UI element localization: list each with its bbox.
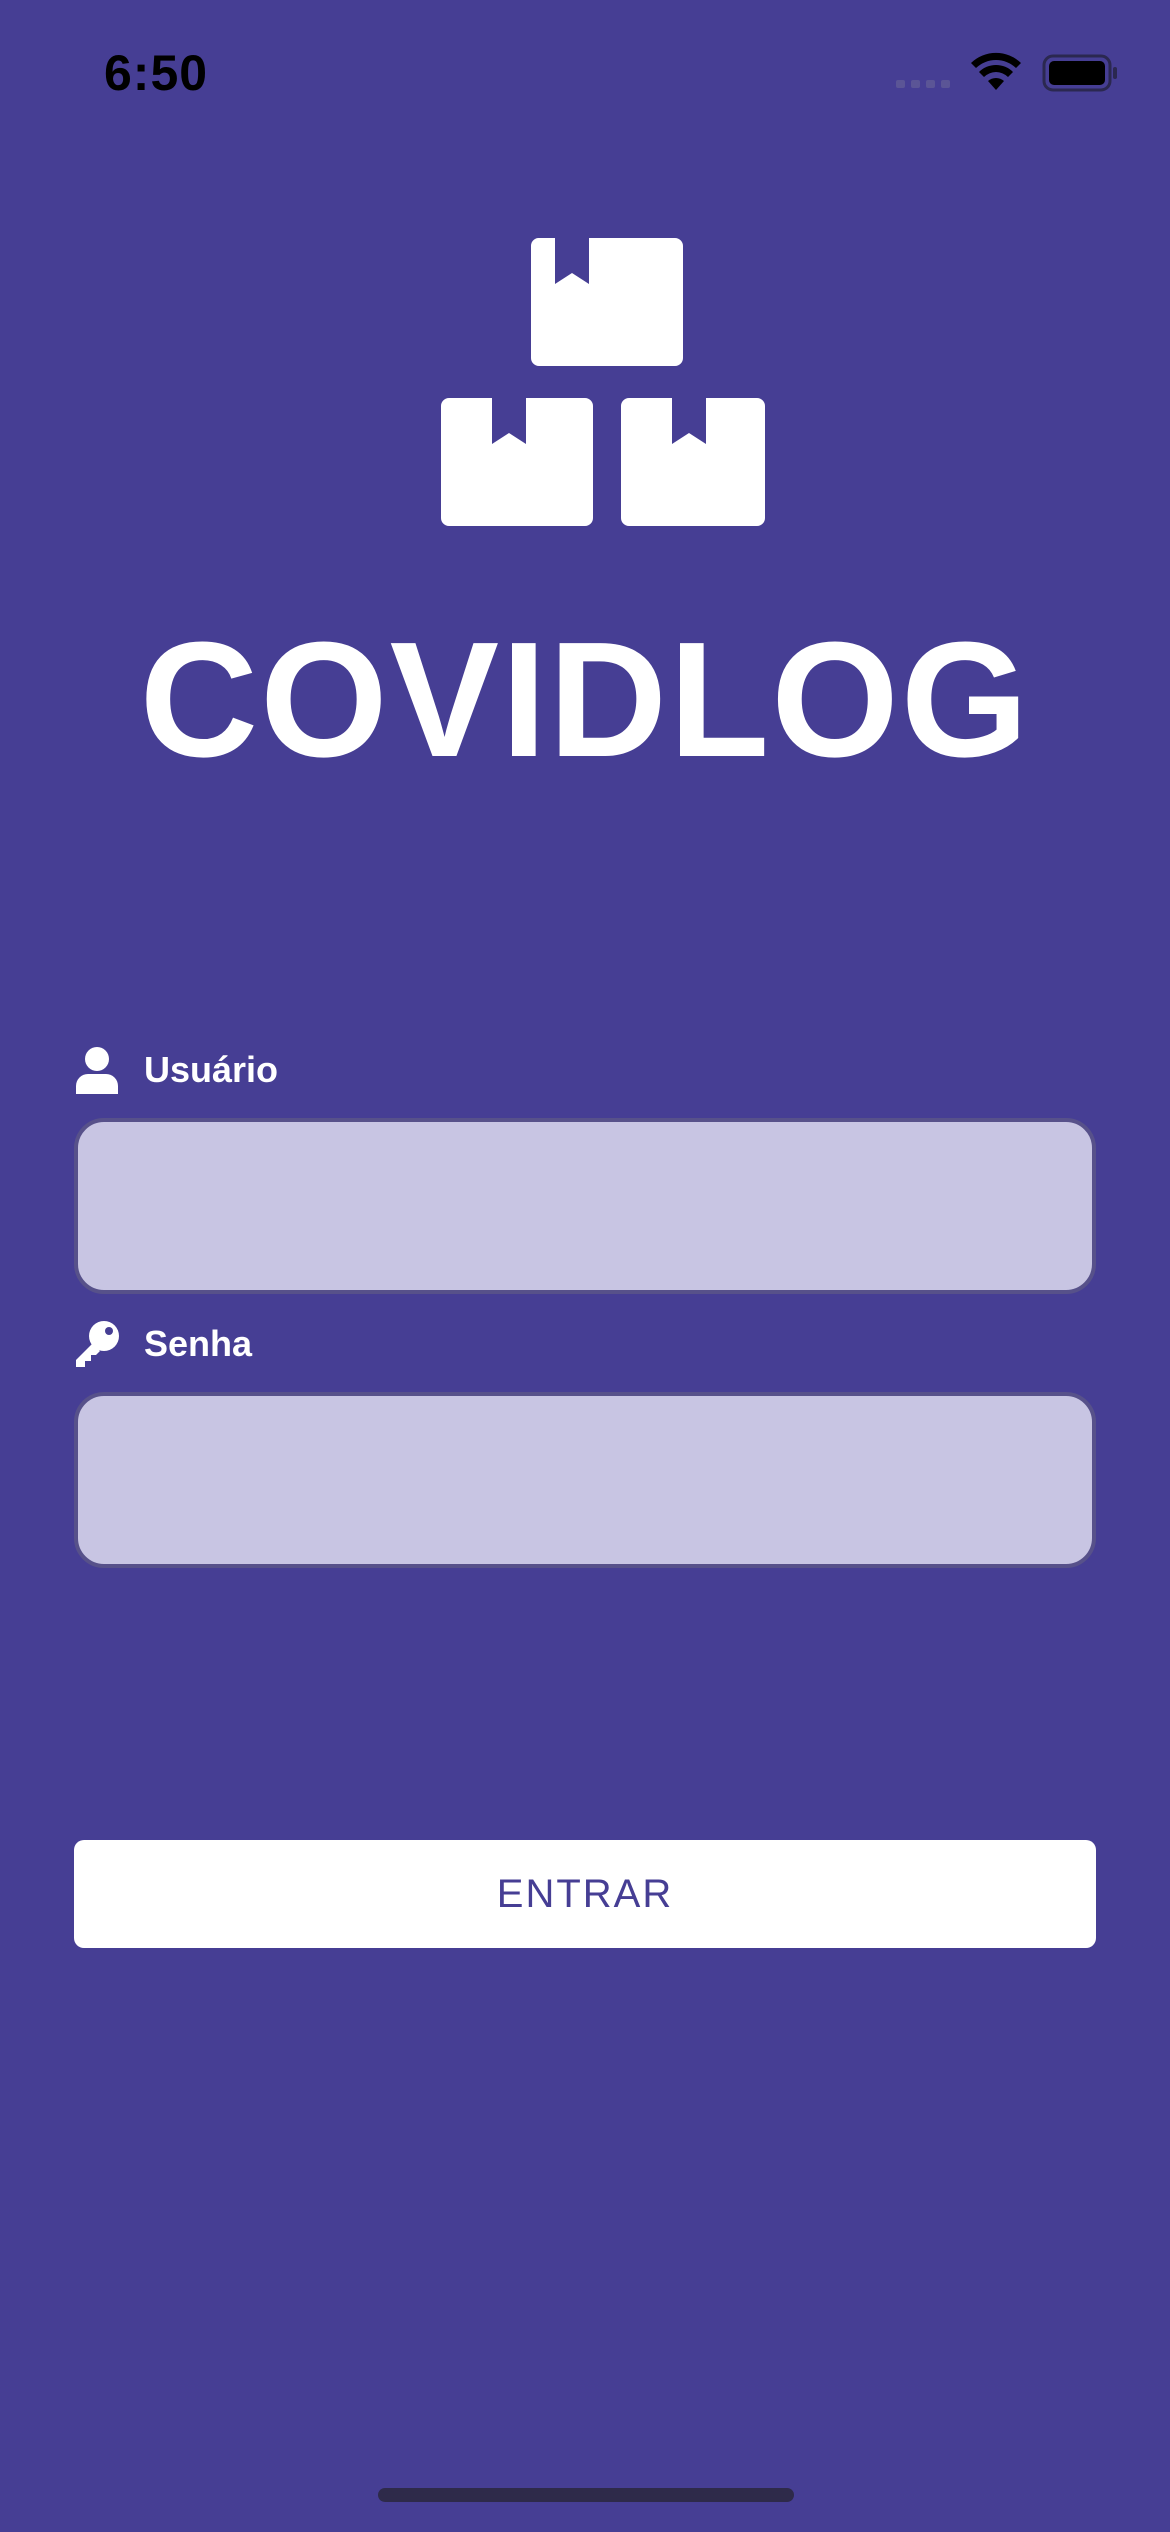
battery-icon (1042, 54, 1117, 92)
password-input[interactable] (74, 1392, 1096, 1568)
app-title: COVIDLOG (139, 608, 1031, 791)
cellular-signal-icon (896, 80, 950, 88)
status-time: 6:50 (104, 45, 209, 101)
password-label-row: Senha (74, 1318, 252, 1370)
username-input[interactable] (74, 1118, 1096, 1294)
home-indicator[interactable] (378, 2488, 794, 2502)
login-button[interactable]: ENTRAR (74, 1840, 1096, 1948)
password-label: Senha (144, 1323, 253, 1364)
key-icon (76, 1321, 119, 1367)
login-screen: 6:50 COVIDLOG Usuário Senha ENTRAR (0, 0, 1170, 2532)
user-icon (76, 1047, 118, 1094)
wifi-icon (971, 52, 1021, 90)
username-label: Usuário (144, 1049, 279, 1090)
username-label-row: Usuário (74, 1044, 278, 1096)
boxes-icon (441, 238, 765, 526)
